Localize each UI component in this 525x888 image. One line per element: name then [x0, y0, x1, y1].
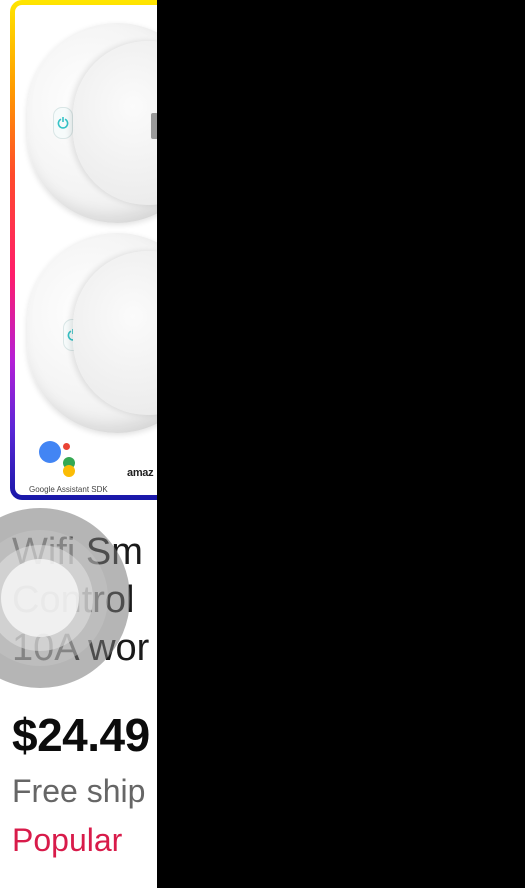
google-assistant-caption: Google Assistant SDK [29, 485, 108, 494]
smart-plug-image-bottom [27, 233, 157, 433]
popular-badge: Popular [12, 822, 123, 858]
amazon-logo: amaz [127, 467, 154, 479]
power-icon [53, 107, 73, 139]
compatibility-logos: Google Assistant SDK amaz [15, 435, 157, 495]
shipping-info: Free ship [12, 773, 146, 809]
product-image[interactable]: Google Assistant SDK amaz [10, 0, 157, 500]
smart-plug-image-top [27, 23, 157, 223]
product-card[interactable]: Google Assistant SDK amaz Wifi Sm Contro… [0, 0, 157, 888]
redacted-region [157, 0, 525, 888]
product-price: $24.49 [12, 709, 150, 761]
